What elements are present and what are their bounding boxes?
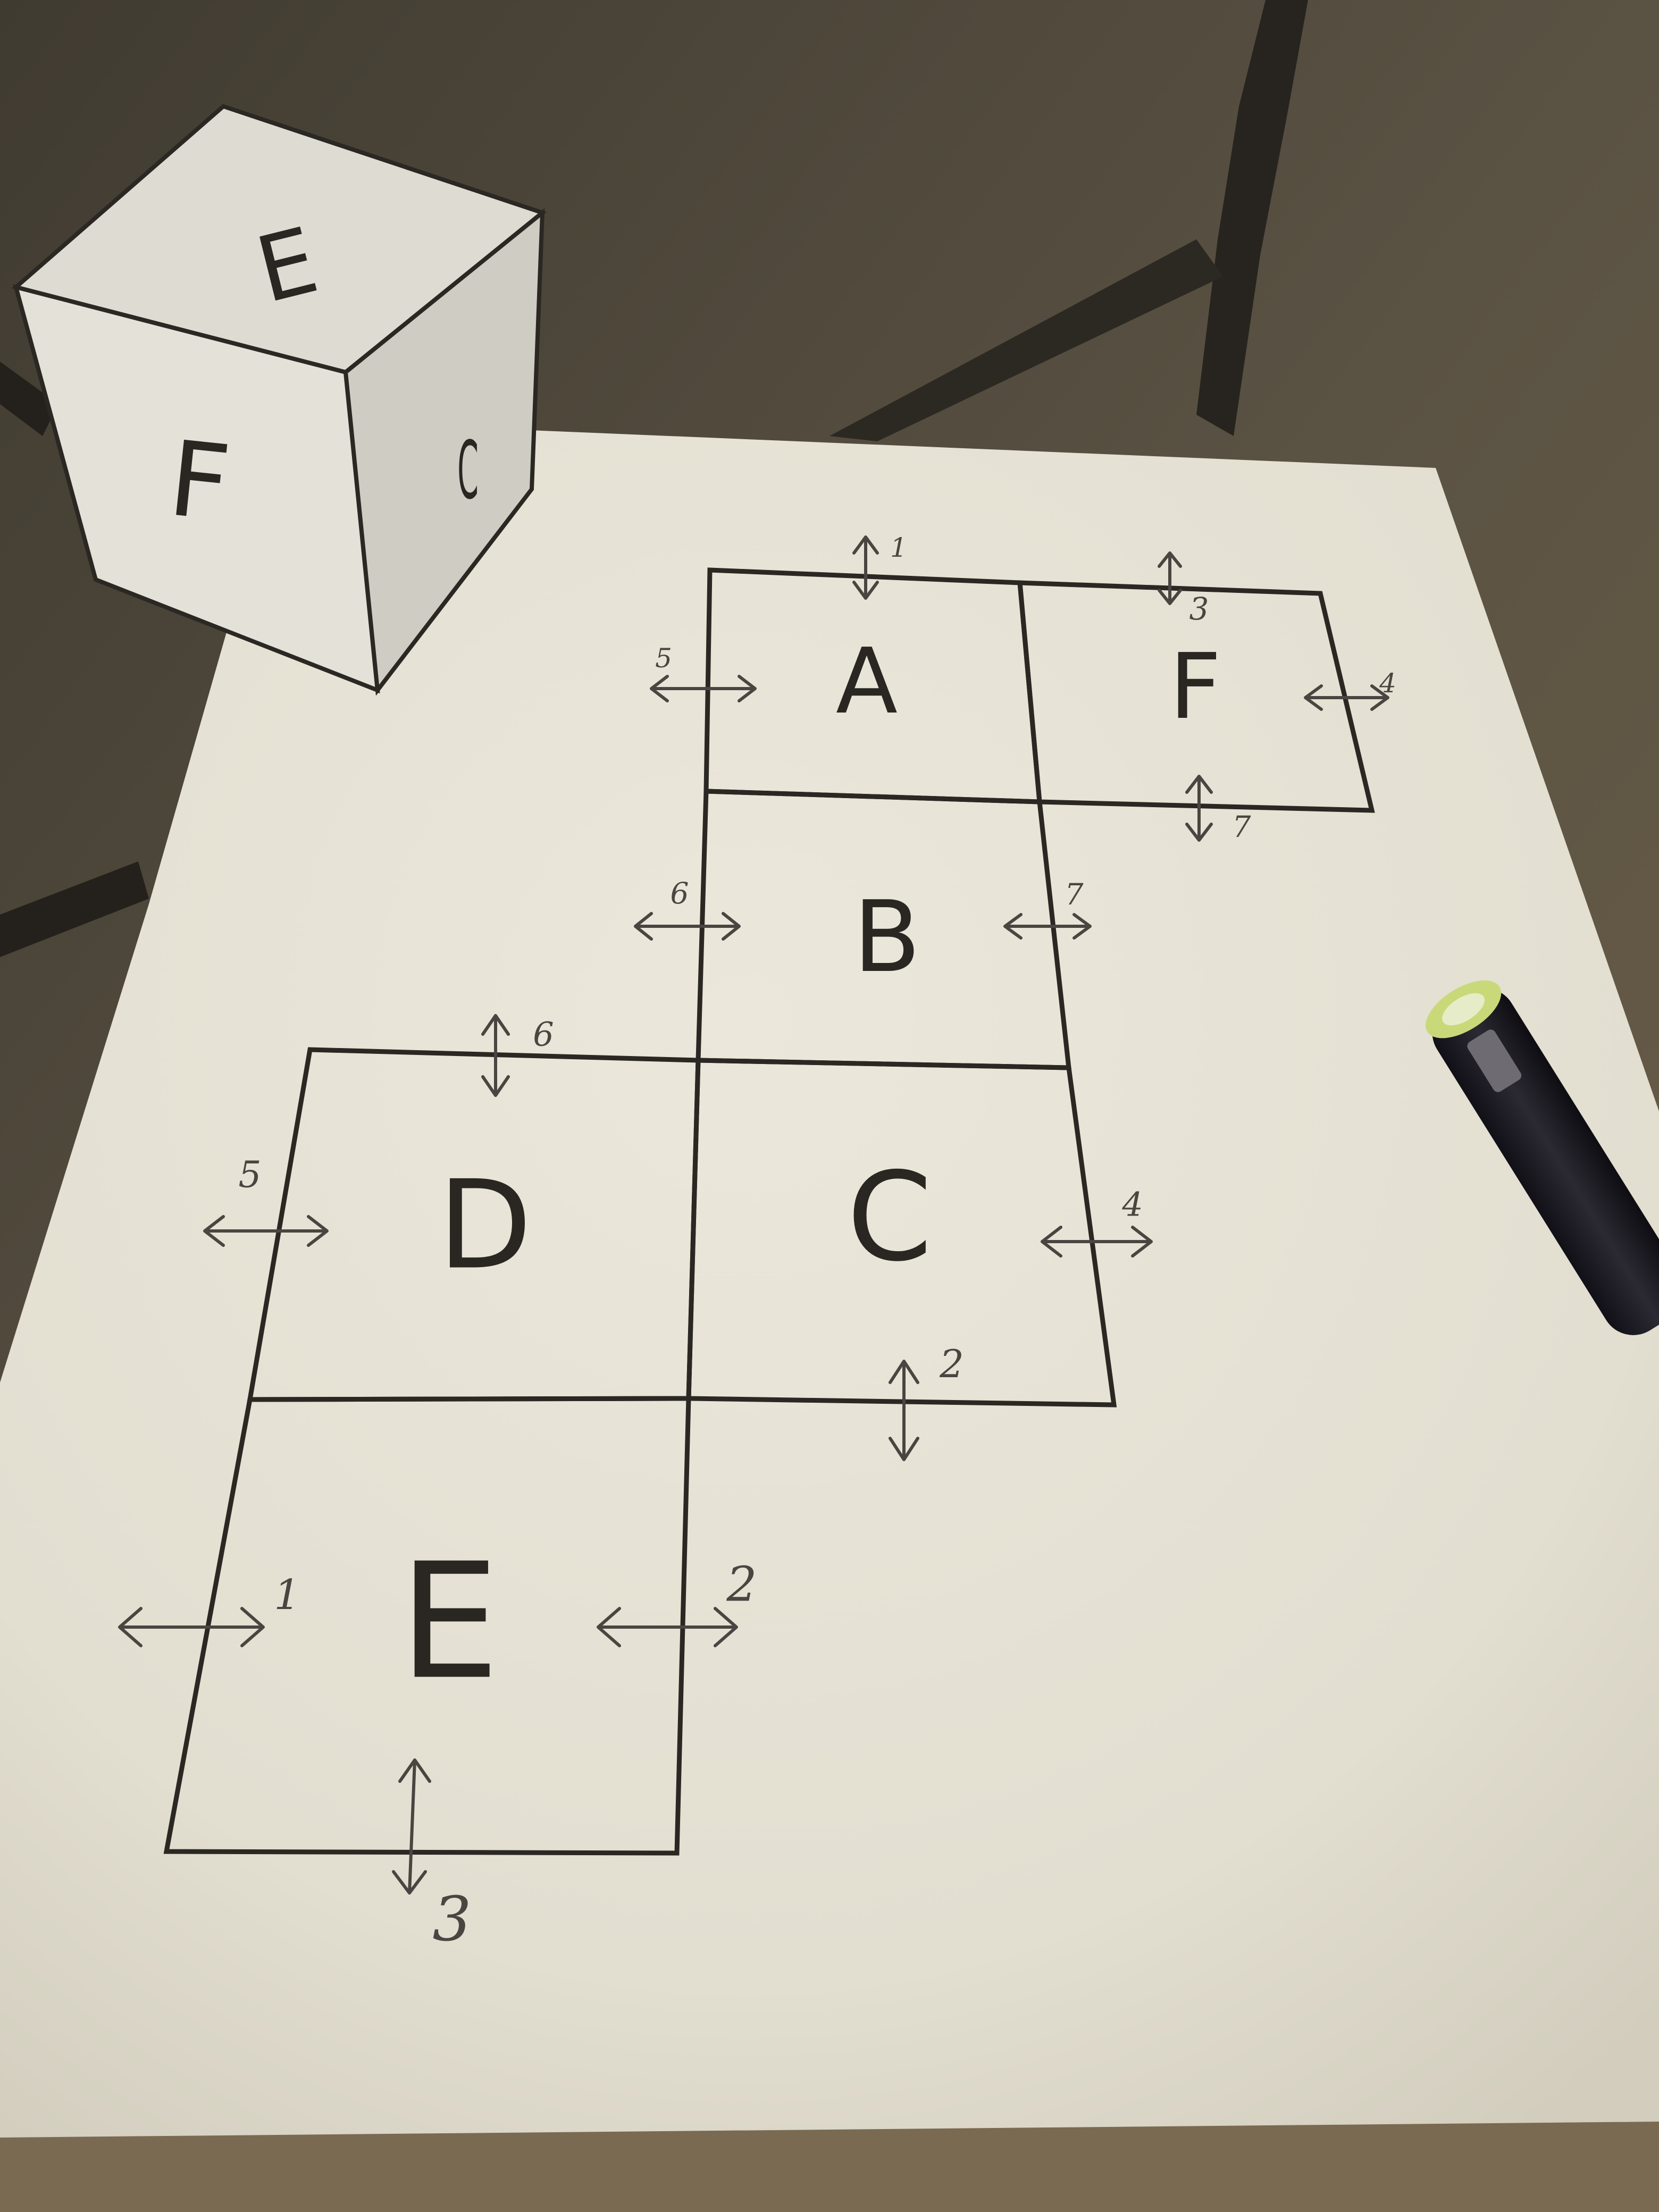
edge-number: 5 [655,643,672,674]
edge-number: 4 [1121,1185,1143,1224]
paper-sheet [0,420,1659,2138]
edge-number: 7 [1065,877,1084,911]
edge-number: 1 [890,532,907,563]
net-face-e: E [399,1529,500,1715]
net-face-a: A [836,629,898,734]
net-face-d: D [438,1155,532,1297]
cube-label-side: C [457,424,479,517]
net-face-f: F [1169,634,1221,740]
edge-number: 3 [1189,591,1209,627]
photo-scene: A F B D C E 1 5 3 4 7 6 7 6 5 4 2 1 2 3 … [0,0,1659,2212]
net-face-c: C [847,1147,933,1289]
edge-number: 1 [274,1571,300,1619]
edge-number: 3 [432,1884,471,1955]
net-face-b: B [853,879,921,994]
edge-number: 4 [1379,668,1396,699]
edge-number: 6 [671,876,689,910]
edge-number: 2 [939,1342,964,1386]
edge-number: 7 [1233,810,1251,844]
edge-number: 5 [238,1154,261,1196]
edge-number: 6 [533,1015,554,1054]
edge-number: 2 [726,1557,757,1613]
scene-svg: A F B D C E 1 5 3 4 7 6 7 6 5 4 2 1 2 3 … [0,0,1659,2212]
cube-label-front: F [163,418,235,544]
